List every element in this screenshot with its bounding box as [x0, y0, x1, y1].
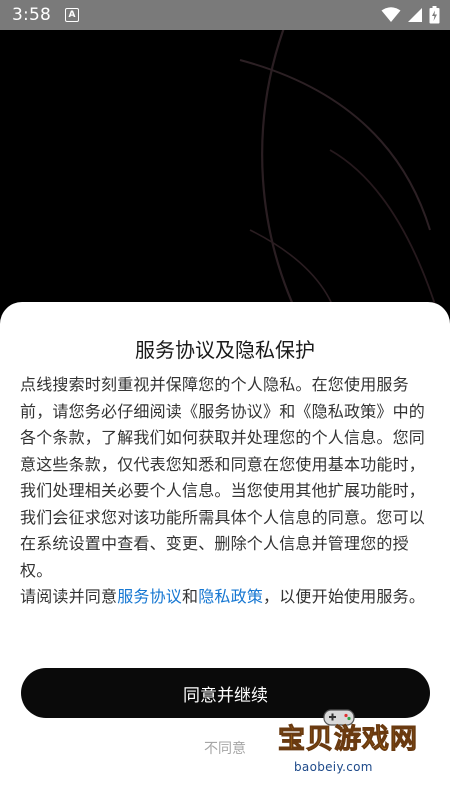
signal-icon	[408, 8, 422, 22]
privacy-statement: 点线搜索时刻重视并保障您的个人隐私。在您使用服务前，请您务必仔细阅读《服务协议》…	[20, 375, 426, 580]
service-agreement-link[interactable]: 服务协议	[117, 587, 182, 606]
watermark-url: baobeiy.com	[294, 760, 373, 774]
watermark-title: 宝贝游戏网	[278, 724, 418, 755]
privacy-policy-link[interactable]: 隐私政策	[198, 587, 263, 606]
battery-icon	[429, 6, 440, 24]
consent-line: 请阅读并同意服务协议和隐私政策，以便开始使用服务。	[20, 584, 430, 611]
dialog-title: 服务协议及隐私保护	[135, 338, 315, 362]
consent-conjunction: 和	[182, 587, 199, 606]
site-watermark: 宝贝游戏网 baobeiy.com	[272, 706, 432, 786]
dialog-body: 点线搜索时刻重视并保障您的个人隐私。在您使用服务前，请您务必仔细阅读《服务协议》…	[20, 372, 430, 611]
disagree-button[interactable]: 不同意	[175, 736, 275, 760]
status-bar: 3:58 A	[0, 0, 450, 30]
notification-badge-icon: A	[64, 8, 79, 22]
background-arcs	[239, 30, 441, 330]
consent-prefix: 请阅读并同意	[20, 587, 118, 606]
consent-suffix: ，以便开始使用服务。	[263, 587, 426, 606]
wifi-icon	[381, 7, 401, 22]
status-time: 3:58	[12, 5, 51, 25]
status-icons	[381, 6, 440, 24]
